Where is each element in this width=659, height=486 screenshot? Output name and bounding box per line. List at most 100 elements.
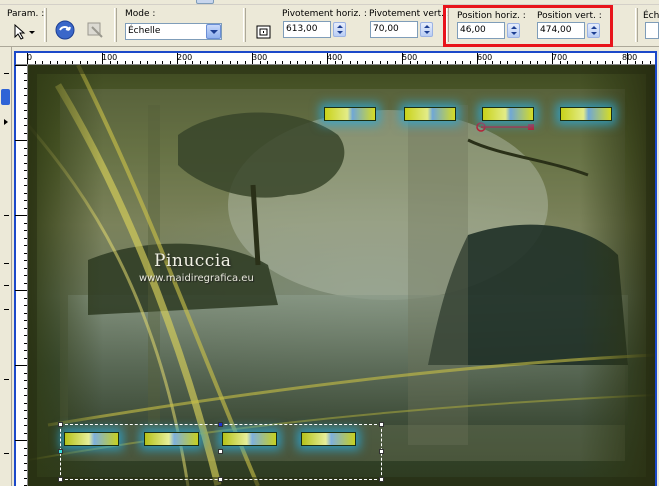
horizontal-ruler: 0 100 200 300 400 500 600 700 800 xyxy=(16,53,655,65)
pivot-h-spin-icon[interactable] xyxy=(333,22,346,37)
cut-input[interactable] xyxy=(645,22,659,39)
ruler-tick xyxy=(649,61,651,64)
pivot-v-spin-icon[interactable] xyxy=(420,22,433,37)
ruler-tick xyxy=(244,61,246,64)
ruler-tick xyxy=(24,252,27,254)
ruler-tick xyxy=(4,379,9,380)
ruler-tick xyxy=(304,61,306,64)
ruler-tick xyxy=(24,327,27,329)
ruler-tick xyxy=(214,61,216,64)
resize-handle[interactable] xyxy=(218,449,223,454)
mode-label: Mode : xyxy=(125,9,156,19)
presets-dropdown[interactable] xyxy=(12,23,38,41)
ruler-tick xyxy=(514,61,516,64)
ruler-tick xyxy=(42,61,43,64)
pivot-h-input[interactable]: 613,00 xyxy=(283,21,331,38)
ruler-tick xyxy=(24,110,27,111)
presets-label: Param. : xyxy=(7,9,45,19)
ruler-tick xyxy=(154,61,156,64)
center-icon xyxy=(256,25,271,39)
resize-handle[interactable] xyxy=(379,477,384,482)
pivot-v-label: Pivotement vert. : xyxy=(369,9,450,19)
mode-arrow-icon[interactable] xyxy=(206,24,221,39)
ruler-tick xyxy=(447,61,448,64)
ruler-tick xyxy=(604,61,606,64)
highlight-box xyxy=(443,5,613,47)
ruler-tick xyxy=(24,417,27,419)
ruler-tick xyxy=(24,432,27,434)
ruler-tick xyxy=(24,155,27,156)
reset-button[interactable] xyxy=(84,19,106,41)
resize-handle[interactable] xyxy=(58,477,63,482)
ruler-tick xyxy=(24,455,27,456)
ruler-marker[interactable] xyxy=(1,89,10,105)
ruler-tick xyxy=(49,61,51,64)
image-canvas[interactable]: Pinuccia www.maidiregrafica.eu xyxy=(28,65,655,486)
apply-button[interactable] xyxy=(54,19,76,41)
ruler-tick xyxy=(24,387,27,389)
ruler-tick xyxy=(15,215,27,216)
ruler-number: 800 xyxy=(622,53,638,62)
pivot-v-input[interactable]: 70,00 xyxy=(370,21,418,38)
ruler-tick xyxy=(387,61,388,64)
ruler-tick xyxy=(462,61,463,64)
ruler-tick xyxy=(24,425,27,426)
ruler-tick xyxy=(24,402,27,404)
ruler-tick xyxy=(24,162,27,164)
ruler-tick xyxy=(357,61,358,64)
resize-handle[interactable] xyxy=(218,477,223,482)
vertical-ruler xyxy=(15,65,28,486)
ruler-tick xyxy=(619,61,621,64)
watermark-name: Pinuccia xyxy=(154,251,232,271)
reset-icon xyxy=(87,22,103,38)
ruler-tick xyxy=(24,410,27,411)
ruler-tick xyxy=(4,73,9,74)
cut-label: Éch xyxy=(643,11,659,21)
ruler-tick xyxy=(24,305,27,306)
ruler-tick xyxy=(229,61,231,64)
resize-handle[interactable] xyxy=(379,422,384,427)
ruler-tick xyxy=(24,395,27,396)
ruler-tick xyxy=(24,275,27,276)
watermark-url: www.maidiregrafica.eu xyxy=(139,273,254,284)
ruler-tick xyxy=(24,170,27,171)
top-tool-button[interactable] xyxy=(196,0,214,4)
ruler-tick xyxy=(24,297,27,299)
resize-handle[interactable] xyxy=(379,449,384,454)
ruler-tick xyxy=(364,61,366,64)
ruler-tick xyxy=(589,61,591,64)
ruler-number: 200 xyxy=(177,53,193,62)
ruler-tick xyxy=(162,61,163,64)
canvas-window[interactable]: 0 100 200 300 400 500 600 700 800 Pinucc… xyxy=(14,51,657,486)
ruler-tick xyxy=(372,61,373,64)
toolbar-separator xyxy=(44,8,47,42)
ruler-tick xyxy=(15,365,27,366)
resize-handle[interactable] xyxy=(58,422,63,427)
ruler-tick xyxy=(24,132,27,134)
pivot-h-value: 613,00 xyxy=(286,24,318,34)
apply-icon xyxy=(55,20,75,40)
ruler-tick xyxy=(394,61,396,64)
ruler-tick xyxy=(24,350,27,351)
ruler-tick xyxy=(4,453,9,454)
ruler-tick xyxy=(582,61,583,64)
ruler-tick xyxy=(87,61,88,64)
resize-handle[interactable] xyxy=(58,449,63,454)
rotate-handle[interactable] xyxy=(218,422,223,427)
ruler-tick xyxy=(24,117,27,119)
ruler-tick xyxy=(574,61,576,64)
center-button[interactable] xyxy=(253,21,275,43)
ruler-tick xyxy=(612,61,613,64)
ruler-tick xyxy=(15,65,27,66)
ruler-tick xyxy=(454,61,456,64)
ruler-tick xyxy=(4,215,9,216)
ruler-tick xyxy=(379,61,381,64)
ruler-tick xyxy=(24,177,27,179)
ruler-tick xyxy=(94,61,96,64)
ruler-tick xyxy=(319,61,321,64)
ruler-tick xyxy=(24,87,27,89)
ruler-tick xyxy=(169,61,171,64)
ruler-tick xyxy=(24,447,27,449)
tile-top-2 xyxy=(404,107,456,121)
ruler-tick xyxy=(64,61,66,64)
